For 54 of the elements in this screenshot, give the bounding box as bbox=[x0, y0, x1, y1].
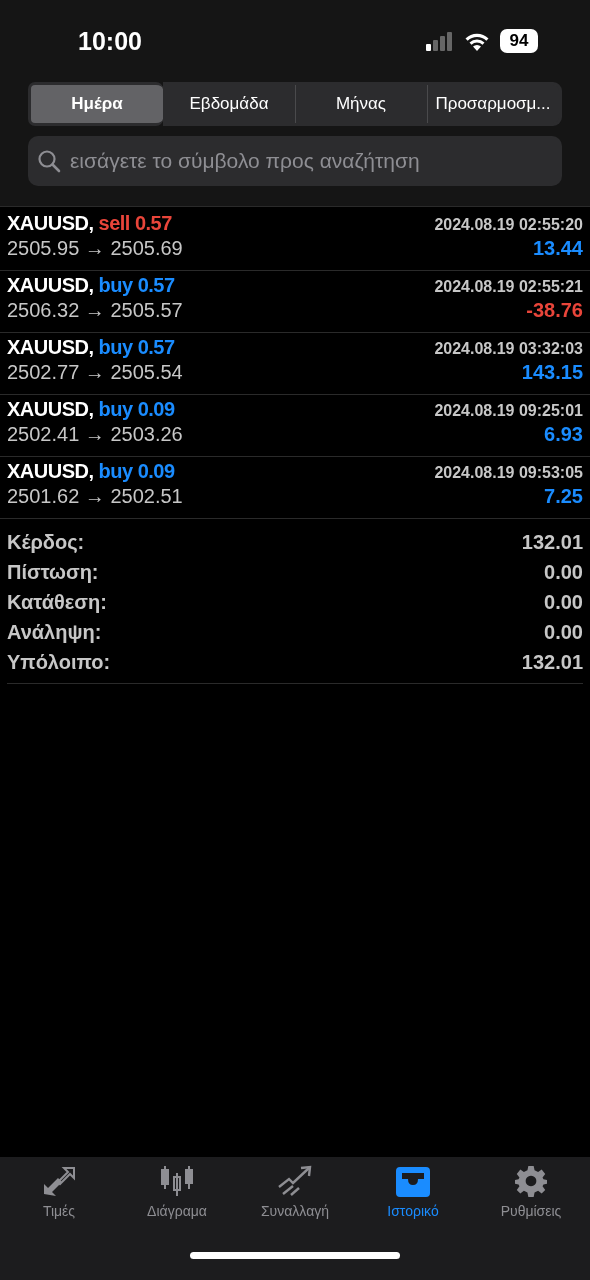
summary-label: Υπόλοιπο: bbox=[7, 650, 111, 674]
deal-time: 2024.08.19 09:25:01 bbox=[434, 402, 583, 420]
symbol-label: XAUUSD, bbox=[7, 398, 94, 420]
deal-type: buy 0.57 bbox=[98, 336, 175, 358]
deal-time: 2024.08.19 09:53:05 bbox=[434, 464, 583, 482]
price-range: 2502.77 → 2505.54 bbox=[7, 361, 183, 384]
period-tab[interactable]: Προσαρμοσμ... bbox=[427, 82, 562, 126]
deal-time: 2024.08.19 03:32:03 bbox=[434, 340, 583, 358]
deal-type: sell 0.57 bbox=[98, 212, 172, 234]
summary-value: 0.00 bbox=[544, 590, 583, 614]
period-tab[interactable]: Εβδομάδα bbox=[163, 82, 295, 126]
search-field[interactable]: εισάγετε το σύμβολο προς αναζήτηση bbox=[28, 136, 562, 186]
symbol-label: XAUUSD, bbox=[7, 336, 94, 358]
price-range: 2502.41 → 2503.26 bbox=[7, 423, 183, 446]
trend-arrow-icon bbox=[277, 1165, 313, 1197]
signal-icon bbox=[426, 31, 454, 51]
inbox-tray-icon bbox=[395, 1165, 431, 1197]
summary-label: Πίστωση: bbox=[7, 560, 99, 584]
tab-bar-item[interactable]: Ιστορικό bbox=[354, 1165, 472, 1237]
profit-value: 6.93 bbox=[544, 423, 583, 446]
deal-type: buy 0.09 bbox=[98, 398, 175, 420]
price-range: 2506.32 → 2505.57 bbox=[7, 299, 183, 322]
settings-icon bbox=[515, 1165, 547, 1197]
status-time: 10:00 bbox=[78, 26, 142, 56]
profit-value: 13.44 bbox=[532, 237, 583, 260]
price-range: 2505.95 → 2505.69 bbox=[7, 237, 183, 260]
deal-type: buy 0.57 bbox=[98, 274, 175, 296]
period-tab[interactable]: Ημέρα bbox=[28, 82, 163, 126]
profit-value: 143.15 bbox=[521, 361, 583, 384]
profit-value: 7.25 bbox=[544, 485, 583, 508]
deal-time: 2024.08.19 02:55:20 bbox=[434, 216, 583, 234]
period-tab[interactable]: Μήνας bbox=[295, 82, 427, 126]
summary-value: 132.01 bbox=[521, 530, 583, 554]
summary-value: 132.01 bbox=[521, 650, 583, 674]
summary-value: 0.00 bbox=[544, 620, 583, 644]
tab-bar-item[interactable]: Συναλλαγή bbox=[236, 1165, 354, 1237]
summary-label: Κατάθεση: bbox=[7, 590, 107, 614]
profit-value: -38.76 bbox=[526, 299, 583, 322]
tab-bar-item[interactable]: Τιμές bbox=[0, 1165, 118, 1237]
candlestick-icon bbox=[159, 1165, 195, 1197]
deal-time: 2024.08.19 02:55:21 bbox=[434, 278, 583, 296]
symbol-label: XAUUSD, bbox=[7, 460, 94, 482]
symbol-label: XAUUSD, bbox=[7, 274, 94, 296]
battery-indicator: 94 bbox=[500, 29, 538, 53]
price-range: 2501.62 → 2502.51 bbox=[7, 485, 183, 508]
deal-type: buy 0.09 bbox=[98, 460, 175, 482]
symbol-label: XAUUSD, bbox=[7, 212, 94, 234]
summary-label: Ανάληψη: bbox=[7, 620, 102, 644]
tab-bar-item[interactable]: Ρυθμίσεις bbox=[472, 1165, 590, 1237]
wifi-icon bbox=[464, 31, 490, 51]
double-arrow-icon bbox=[41, 1165, 77, 1197]
tab-bar-item[interactable]: Διάγραμα bbox=[118, 1165, 236, 1237]
summary-label: Κέρδος: bbox=[7, 530, 85, 554]
summary-value: 0.00 bbox=[544, 560, 583, 584]
